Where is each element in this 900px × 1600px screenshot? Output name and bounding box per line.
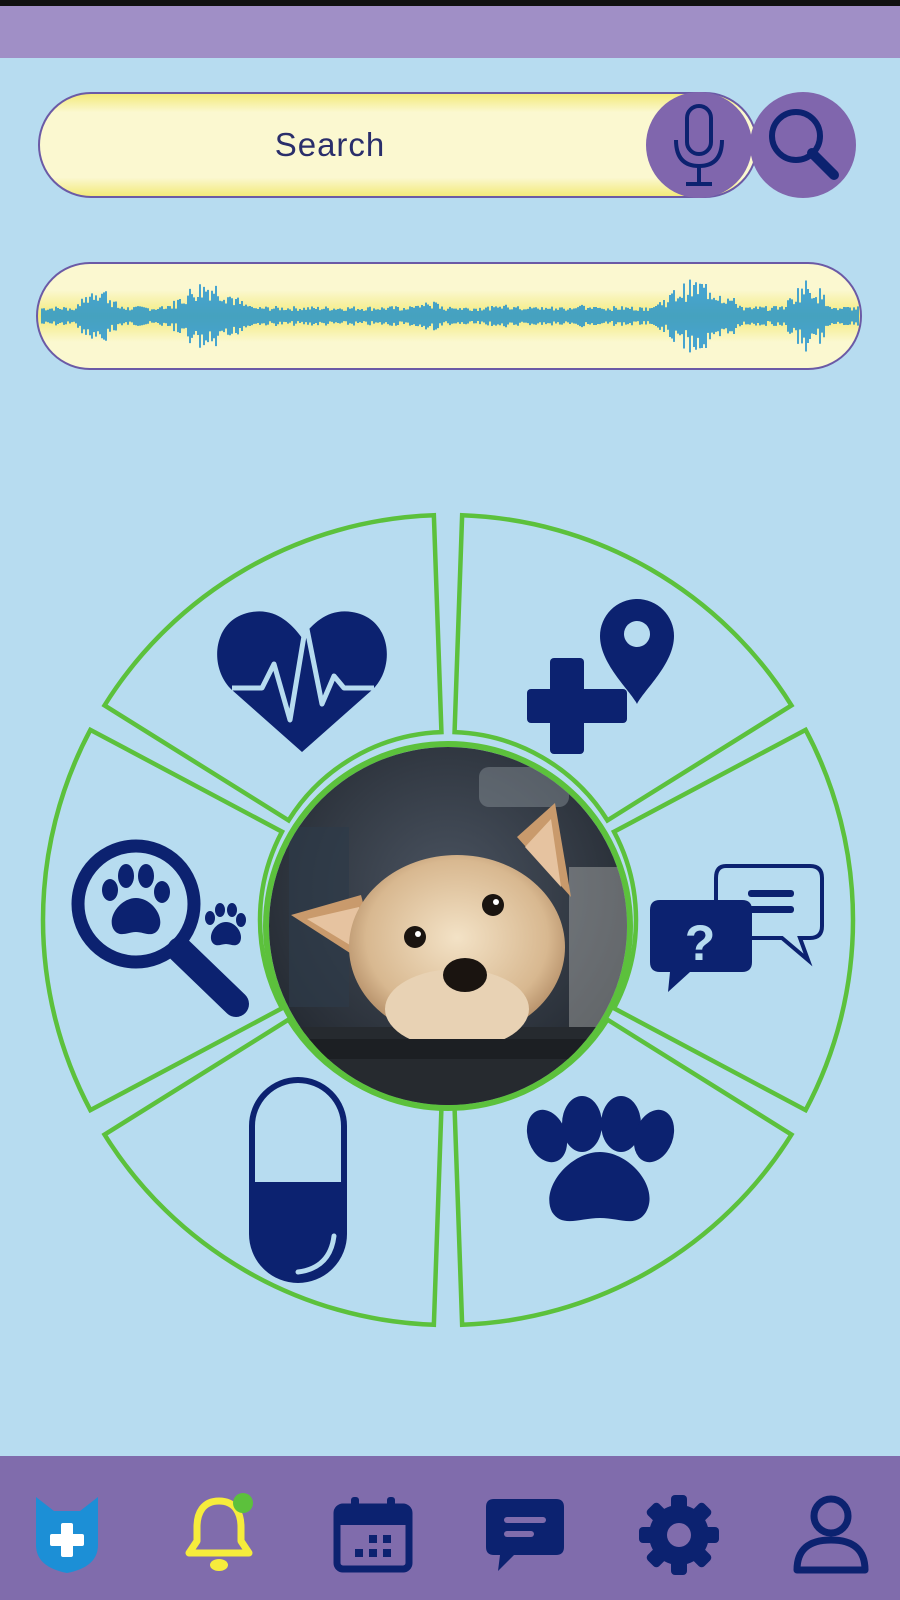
nav-notifications[interactable] [176, 1490, 266, 1580]
nav-profile[interactable] [786, 1490, 876, 1580]
svg-text:?: ? [685, 915, 716, 971]
dog-photo [269, 747, 627, 1105]
pill-icon[interactable] [249, 1077, 347, 1283]
nav-calendar[interactable] [328, 1490, 418, 1580]
message-icon [486, 1499, 564, 1571]
paw-magnifier-icon[interactable] [71, 839, 249, 1017]
calendar-icon [333, 1497, 413, 1573]
bell-icon [185, 1493, 253, 1571]
nav-settings[interactable] [634, 1490, 724, 1580]
paw-icon[interactable] [520, 1096, 681, 1222]
chat-question-icon[interactable]: ? [650, 864, 824, 992]
heart-pulse-icon[interactable] [217, 611, 387, 752]
bottom-nav [0, 1456, 900, 1600]
cat-medical-icon [36, 1497, 98, 1573]
medical-location-icon[interactable] [527, 599, 674, 754]
gear-icon [639, 1495, 719, 1575]
nav-home[interactable] [22, 1490, 112, 1580]
nav-messages[interactable] [480, 1490, 570, 1580]
user-icon [793, 1495, 869, 1574]
pet-photo[interactable] [263, 741, 633, 1111]
notification-badge [233, 1493, 253, 1513]
